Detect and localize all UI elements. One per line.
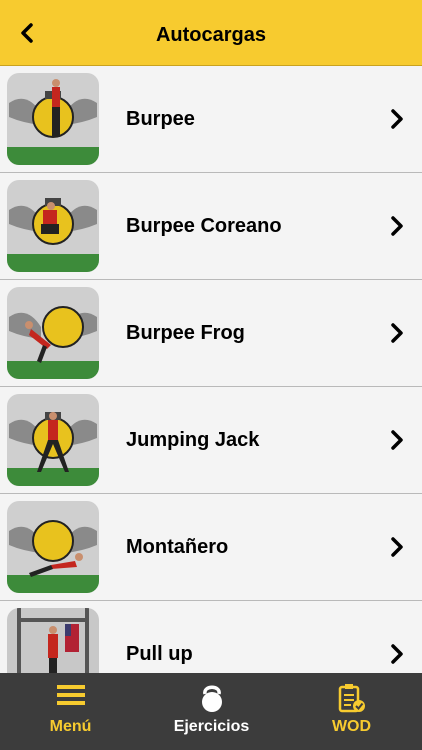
- jumping-jack-thumbnail: [7, 394, 99, 486]
- pull-up-thumbnail: [7, 608, 99, 673]
- chevron-right-icon: [391, 430, 403, 450]
- top-bar: Autocargas: [0, 0, 422, 66]
- tab-label: Menú: [49, 718, 92, 735]
- burpee-coreano-thumbnail: [7, 180, 99, 272]
- exercise-row-burpee-coreano[interactable]: Burpee Coreano: [0, 173, 422, 280]
- exercise-list: Burpee Burpee Coreano Burpee Frog Jumpin…: [0, 66, 422, 673]
- exercise-row-burpee-frog[interactable]: Burpee Frog: [0, 280, 422, 387]
- chevron-right-icon: [391, 109, 403, 129]
- exercise-row-burpee[interactable]: Burpee: [0, 66, 422, 173]
- exercise-row-pull-up[interactable]: Pull up: [0, 601, 422, 673]
- page-title: Autocargas: [155, 24, 267, 46]
- menu-icon: [56, 685, 85, 705]
- burpee-frog-thumbnail: [7, 287, 99, 379]
- chevron-right-icon: [391, 644, 403, 664]
- exercise-label: Montañero: [126, 536, 229, 558]
- exercise-label: Burpee: [126, 108, 195, 130]
- burpee-thumbnail: [7, 73, 99, 165]
- tab-label: Ejercicios: [173, 718, 250, 735]
- chevron-right-icon: [391, 537, 403, 557]
- clipboard-check-icon: [338, 684, 365, 713]
- exercise-label: Jumping Jack: [126, 429, 260, 451]
- tab-menu[interactable]: Menú: [0, 673, 141, 750]
- montanero-thumbnail: [7, 501, 99, 593]
- bottom-tab-bar: Menú Ejercicios WOD: [0, 673, 422, 750]
- tab-ejercicios[interactable]: Ejercicios: [141, 673, 282, 750]
- chevron-right-icon: [391, 323, 403, 343]
- kettlebell-icon: [201, 685, 222, 712]
- exercise-row-montanero[interactable]: Montañero: [0, 494, 422, 601]
- exercise-label: Pull up: [126, 643, 193, 665]
- exercise-row-jumping-jack[interactable]: Jumping Jack: [0, 387, 422, 494]
- exercise-label: Burpee Coreano: [126, 215, 282, 237]
- tab-wod[interactable]: WOD: [281, 673, 422, 750]
- tab-label: WOD: [331, 718, 372, 735]
- exercise-label: Burpee Frog: [126, 322, 245, 344]
- chevron-right-icon: [391, 216, 403, 236]
